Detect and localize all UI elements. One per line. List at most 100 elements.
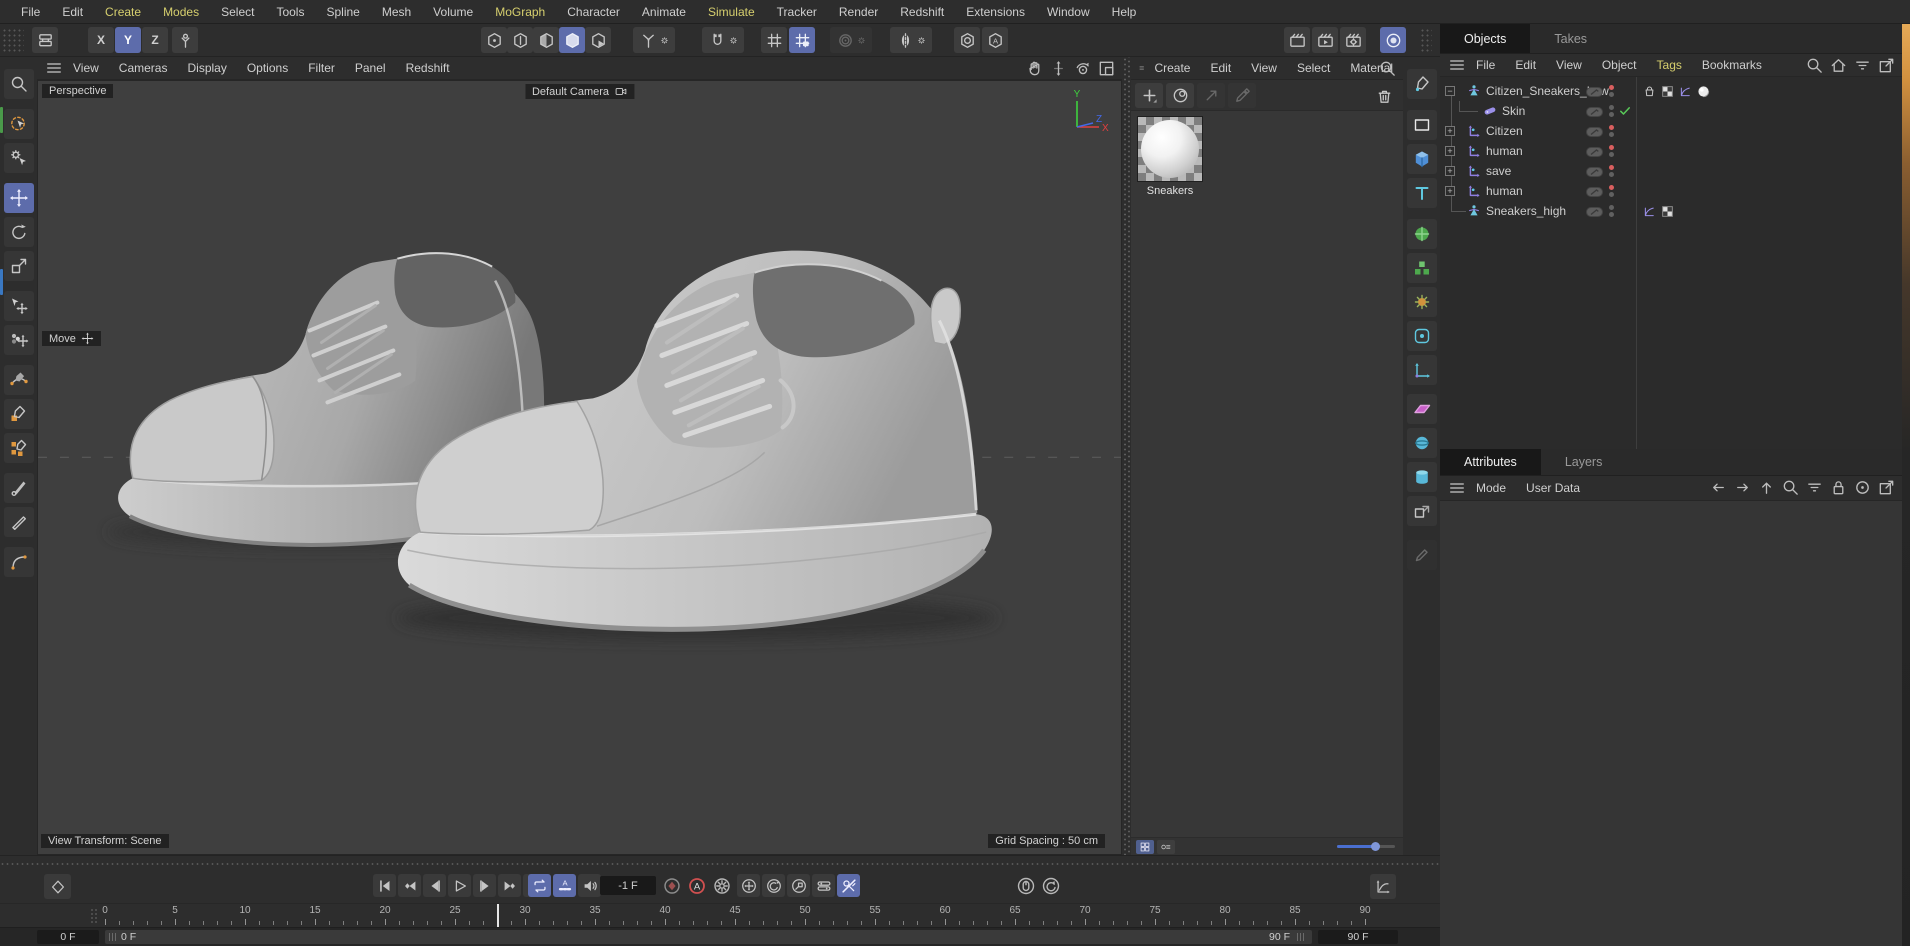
position-key-icon[interactable] <box>737 874 760 897</box>
menu-item[interactable]: Simulate <box>697 5 766 19</box>
hex-a-icon[interactable]: A <box>982 27 1008 53</box>
fcurve-icon[interactable] <box>1370 874 1396 899</box>
editor-visibility-dot[interactable] <box>1609 125 1614 130</box>
expand-expander[interactable]: + <box>1445 186 1455 196</box>
object-menu-item[interactable]: File <box>1466 58 1505 72</box>
object-menu-item[interactable]: Tags <box>1647 58 1692 72</box>
viewport-menu-item[interactable]: Options <box>237 61 298 75</box>
range-end-field[interactable]: 90 F <box>1318 930 1398 944</box>
pan-icon[interactable] <box>1025 59 1044 78</box>
tab[interactable]: Attributes <box>1440 449 1541 475</box>
object-name[interactable]: human <box>1486 181 1523 201</box>
scale-key-icon[interactable] <box>787 874 810 897</box>
render-picture-icon[interactable] <box>1312 27 1338 53</box>
next-key-icon[interactable] <box>498 874 521 897</box>
hex-ring-icon[interactable] <box>954 27 980 53</box>
timeline-ruler[interactable]: 051015202530354045505560657075808590 <box>0 903 1440 927</box>
material-tag-icon[interactable] <box>1696 84 1711 99</box>
menu-item[interactable]: Mesh <box>371 5 422 19</box>
object-menu-item[interactable]: View <box>1546 58 1592 72</box>
polygon-mode-icon[interactable] <box>559 27 585 53</box>
bag-tag-icon[interactable] <box>1642 84 1657 99</box>
scale-tool[interactable] <box>4 251 34 281</box>
attribute-menu-item[interactable]: Mode <box>1466 481 1516 495</box>
attribute-menu-hamburger-icon[interactable] <box>1448 479 1466 497</box>
material-browser[interactable]: Sneakers <box>1131 111 1403 837</box>
live-selection-tool[interactable] <box>4 109 34 139</box>
menu-item[interactable]: Modes <box>152 5 210 19</box>
material-name[interactable]: Sneakers <box>1137 185 1203 197</box>
tweak-tool[interactable] <box>4 143 34 173</box>
collapse-expander[interactable]: − <box>1445 86 1455 96</box>
dolly-icon[interactable] <box>1049 59 1068 78</box>
object-row-Citizen[interactable]: +Citizen <box>1440 121 1902 141</box>
toolbar-grip[interactable] <box>1420 28 1432 52</box>
object-row-save[interactable]: +save <box>1440 161 1902 181</box>
range-grip-right[interactable] <box>1297 933 1304 941</box>
axis-icon[interactable] <box>1407 355 1437 385</box>
current-frame-field[interactable]: -1 F <box>600 876 656 895</box>
rotate-tool[interactable] <box>4 217 34 247</box>
icon-view-button[interactable] <box>1136 840 1154 854</box>
coordinate-system-icon[interactable] <box>633 27 675 53</box>
menu-item[interactable]: Redshift <box>889 5 955 19</box>
mouse-rotate-icon[interactable] <box>1039 874 1062 897</box>
menu-item[interactable]: Character <box>556 5 631 19</box>
prev-key-icon[interactable] <box>398 874 421 897</box>
menu-item[interactable]: Tools <box>265 5 315 19</box>
menu-item[interactable]: File <box>10 5 51 19</box>
camera-menu-icon[interactable] <box>614 85 627 98</box>
object-menu-item[interactable]: Object <box>1592 58 1647 72</box>
material-thumbnail[interactable] <box>1137 116 1203 182</box>
filter-icon[interactable] <box>1853 56 1872 75</box>
editor-visibility-dot[interactable] <box>1609 165 1614 170</box>
range-grip-left[interactable] <box>109 933 116 941</box>
search-icon[interactable] <box>1805 56 1824 75</box>
cube-icon[interactable] <box>1407 144 1437 174</box>
move-tool[interactable] <box>4 183 34 213</box>
sound-icon[interactable] <box>578 874 601 897</box>
panel-splitter[interactable] <box>1122 57 1131 855</box>
layer-pencil-icon[interactable] <box>1586 126 1603 136</box>
render-visibility-dot[interactable] <box>1609 172 1614 177</box>
menu-item[interactable]: Help <box>1101 5 1148 19</box>
modeling-pen-tool[interactable] <box>4 433 34 463</box>
material-search-icon[interactable] <box>1378 59 1397 78</box>
menu-item[interactable]: MoGraph <box>484 5 556 19</box>
maximize-icon[interactable] <box>1097 59 1116 78</box>
render-visibility-dot[interactable] <box>1609 212 1614 217</box>
texture-tag-icon[interactable] <box>1660 204 1675 219</box>
menu-item[interactable]: Animate <box>631 5 697 19</box>
render-visibility-dot[interactable] <box>1609 192 1614 197</box>
playhead[interactable] <box>497 904 499 927</box>
layer-pencil-icon[interactable] <box>1586 206 1603 216</box>
skin-tag-icon[interactable] <box>1482 103 1498 119</box>
arrow-right-icon[interactable] <box>1733 478 1752 497</box>
layer-pencil-icon[interactable] <box>1586 86 1603 96</box>
nav-diamond-icon[interactable] <box>44 874 71 899</box>
rig-obj-icon[interactable] <box>1466 123 1482 139</box>
spline-arc-tool[interactable] <box>4 547 34 577</box>
viewport-canvas[interactable]: Perspective Default Camera Move View Tra… <box>37 80 1122 855</box>
selection-move-tool[interactable] <box>4 291 34 321</box>
prev-frame-icon[interactable] <box>423 874 446 897</box>
menu-item[interactable]: Extensions <box>955 5 1036 19</box>
target-icon[interactable] <box>1853 478 1872 497</box>
cylinder-icon[interactable] <box>1407 462 1437 492</box>
layer-pencil-icon[interactable] <box>1586 166 1603 176</box>
axis-button[interactable]: Y <box>115 27 141 53</box>
menu-item[interactable]: Edit <box>51 5 94 19</box>
rig-obj-icon[interactable] <box>1466 183 1482 199</box>
render-visibility-dot[interactable] <box>1609 112 1614 117</box>
pencil-icon[interactable] <box>1407 540 1437 570</box>
viewport-menu-item[interactable]: Redshift <box>396 61 460 75</box>
dynamics-icon[interactable] <box>1407 287 1437 317</box>
model-mode-icon[interactable] <box>507 27 533 53</box>
toolbar-grip[interactable] <box>2 28 24 52</box>
editor-visibility-dot[interactable] <box>1609 145 1614 150</box>
character-obj-icon[interactable] <box>1466 203 1482 219</box>
workplane-lock-icon[interactable] <box>172 27 198 53</box>
editor-visibility-dot[interactable] <box>1609 85 1614 90</box>
interactive-render-icon[interactable] <box>1380 27 1406 53</box>
cascade-window-icon[interactable] <box>32 27 58 53</box>
